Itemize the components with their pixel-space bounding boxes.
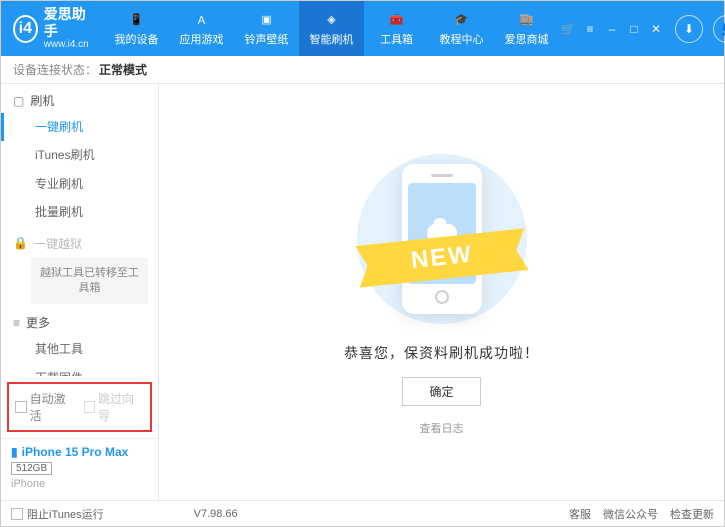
- view-log-link[interactable]: 查看日志: [420, 420, 464, 436]
- sidebar-item-pro[interactable]: 专业刷机: [1, 170, 158, 198]
- store-icon: 🏬: [518, 11, 536, 29]
- jailbreak-note: 越狱工具已转移至工具箱: [31, 258, 148, 305]
- sidebar-item-other[interactable]: 其他工具: [1, 335, 158, 363]
- user-icon[interactable]: 👤: [713, 15, 725, 43]
- nav-tutorials[interactable]: 🎓教程中心: [429, 1, 494, 56]
- main-content: NEW 恭喜您，保资料刷机成功啦！ 确定 查看日志: [159, 84, 724, 500]
- wallpaper-icon: ▣: [258, 11, 276, 29]
- device-kind: iPhone: [11, 478, 148, 490]
- apps-icon: Ａ: [193, 11, 211, 29]
- options-box: 自动激活 跳过向导: [7, 382, 152, 432]
- header: i4 爱思助手 www.i4.cn 📱我的设备 Ａ应用游戏 ▣铃声壁纸 ◈智能刷…: [1, 1, 724, 56]
- list-icon: ≡: [13, 316, 20, 330]
- status-bar: 设备连接状态： 正常模式: [1, 56, 724, 84]
- minimize-icon[interactable]: –: [603, 20, 621, 38]
- status-value: 正常模式: [99, 61, 147, 78]
- checkbox-auto-activate[interactable]: 自动激活: [15, 390, 76, 424]
- sidebar: ▢刷机 一键刷机 iTunes刷机 专业刷机 批量刷机 🔒一键越狱 越狱工具已转…: [1, 84, 159, 500]
- footer-service[interactable]: 客服: [569, 506, 591, 522]
- menu-icon[interactable]: ≡: [581, 20, 599, 38]
- tutorial-icon: 🎓: [453, 11, 471, 29]
- nav-my-device[interactable]: 📱我的设备: [104, 1, 169, 56]
- cart-icon[interactable]: 🛒: [559, 20, 577, 38]
- device-storage: 512GB: [11, 462, 52, 475]
- close-icon[interactable]: ✕: [647, 20, 665, 38]
- app-url: www.i4.cn: [44, 39, 92, 51]
- sidebar-group-flash[interactable]: ▢刷机: [1, 84, 158, 113]
- device-name: iPhone 15 Pro Max: [22, 445, 129, 459]
- nav-flash[interactable]: ◈智能刷机: [299, 1, 364, 56]
- app-name: 爱思助手: [44, 6, 92, 40]
- download-icon[interactable]: ⬇: [675, 15, 703, 43]
- success-illustration: NEW: [352, 149, 532, 329]
- success-message: 恭喜您，保资料刷机成功啦！: [344, 343, 539, 363]
- sidebar-group-jailbreak: 🔒一键越狱: [1, 227, 158, 256]
- sidebar-item-firmware[interactable]: 下载固件: [1, 364, 158, 376]
- lock-icon: 🔒: [13, 236, 28, 250]
- top-nav: 📱我的设备 Ａ应用游戏 ▣铃声壁纸 ◈智能刷机 🧰工具箱 🎓教程中心 🏬爱思商城: [104, 1, 559, 56]
- sidebar-item-itunes[interactable]: iTunes刷机: [1, 141, 158, 169]
- maximize-icon[interactable]: □: [625, 20, 643, 38]
- device-icon: 📱: [128, 11, 146, 29]
- toolbox-icon: 🧰: [388, 11, 406, 29]
- phone-icon: ▮: [11, 445, 18, 459]
- sidebar-item-batch[interactable]: 批量刷机: [1, 198, 158, 226]
- checkbox-block-itunes[interactable]: 阻止iTunes运行: [11, 506, 104, 522]
- nav-store[interactable]: 🏬爱思商城: [494, 1, 559, 56]
- footer: 阻止iTunes运行 V7.98.66 客服 微信公众号 检查更新: [1, 500, 724, 526]
- logo-icon: i4: [13, 15, 38, 43]
- nav-ringtones[interactable]: ▣铃声壁纸: [234, 1, 299, 56]
- footer-wechat[interactable]: 微信公众号: [603, 506, 658, 522]
- device-info: ▮ iPhone 15 Pro Max 512GB iPhone: [1, 438, 158, 500]
- flash-icon: ◈: [323, 11, 341, 29]
- checkbox-skip-wizard: 跳过向导: [84, 390, 145, 424]
- logo[interactable]: i4 爱思助手 www.i4.cn: [1, 6, 104, 52]
- square-icon: ▢: [13, 94, 24, 108]
- sidebar-group-more[interactable]: ≡更多: [1, 306, 158, 335]
- nav-apps[interactable]: Ａ应用游戏: [169, 1, 234, 56]
- status-label: 设备连接状态：: [13, 61, 97, 78]
- nav-toolbox[interactable]: 🧰工具箱: [364, 1, 429, 56]
- sidebar-item-onekey[interactable]: 一键刷机: [1, 113, 158, 141]
- version-label: V7.98.66: [194, 508, 238, 520]
- ok-button[interactable]: 确定: [402, 377, 480, 406]
- footer-update[interactable]: 检查更新: [670, 506, 714, 522]
